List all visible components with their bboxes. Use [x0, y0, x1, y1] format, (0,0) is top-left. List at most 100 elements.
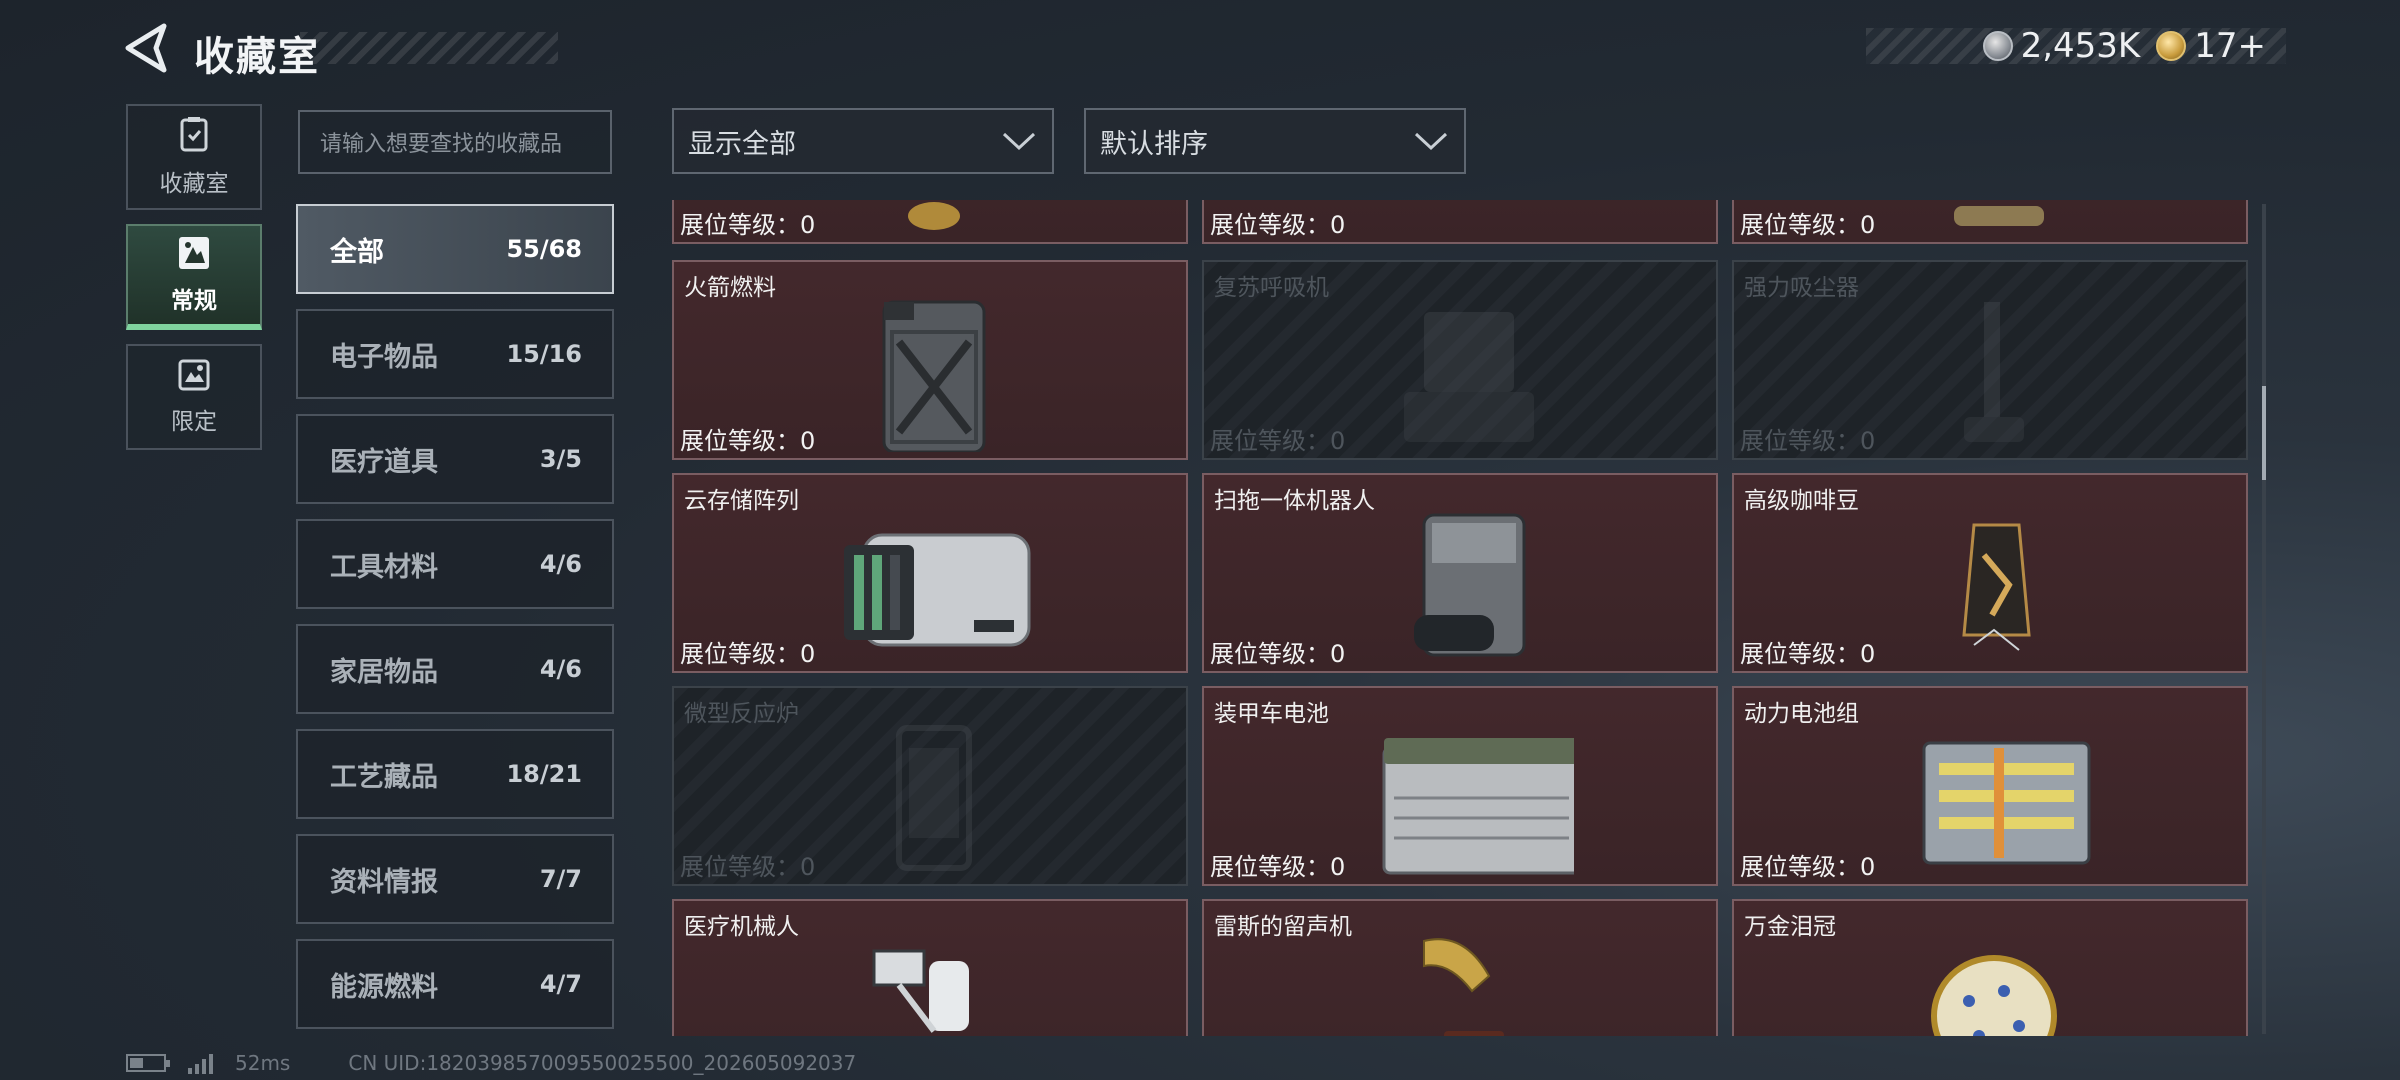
- category-medical[interactable]: 医疗道具 3/5: [296, 414, 614, 504]
- collection-card-mop-robot[interactable]: 扫拖一体机器人 展位等级：0: [1202, 473, 1718, 673]
- item-level: 展位等级：0: [1210, 853, 1346, 881]
- side-tab-label: 收藏室: [159, 171, 229, 197]
- collection-card[interactable]: 展位等级：0: [672, 200, 1188, 244]
- item-name: 医疗机械人: [684, 914, 799, 940]
- category-list: 全部 55/68 电子物品 15/16 医疗道具 3/5 工具材料 4/6 家居…: [296, 204, 614, 1044]
- category-name: 医疗道具: [330, 446, 438, 478]
- item-level: 展位等级：0: [1740, 640, 1876, 668]
- collection-card-power-battery-pack[interactable]: 动力电池组 展位等级：0: [1732, 686, 2248, 886]
- search-input[interactable]: 请输入想要查找的收藏品: [298, 110, 612, 174]
- item-level: 展位等级：0: [1210, 640, 1346, 668]
- side-tab-limited[interactable]: 限定: [126, 344, 262, 450]
- battery-icon: [126, 1054, 170, 1072]
- reactor-image: [896, 725, 972, 871]
- page-title: 收藏室: [194, 34, 320, 80]
- collection-card-ventilator[interactable]: 复苏呼吸机 展位等级：0: [1202, 260, 1718, 460]
- category-count: 4/6: [539, 550, 582, 578]
- category-name: 工具材料: [330, 551, 438, 583]
- collection-card[interactable]: 展位等级：0: [1202, 200, 1718, 244]
- collection-card-armored-battery[interactable]: 装甲车电池 展位等级：0: [1202, 686, 1718, 886]
- category-name: 资料情报: [330, 866, 438, 898]
- item-level: 展位等级：0: [1210, 211, 1346, 239]
- category-all[interactable]: 全部 55/68: [296, 204, 614, 294]
- coffee-bag-image: [1962, 523, 2031, 651]
- title-decoration: [300, 32, 558, 64]
- item-name: 动力电池组: [1744, 701, 1859, 727]
- collection-card-gramophone[interactable]: 雷斯的留声机: [1202, 899, 1718, 1036]
- item-name: 微型反应炉: [684, 701, 799, 727]
- battery-fill: [130, 1058, 143, 1068]
- side-tab-label: 限定: [171, 409, 217, 435]
- battery-pack-image: [1922, 741, 2091, 865]
- category-name: 电子物品: [330, 341, 438, 373]
- collection-card-coffee-beans[interactable]: 高级咖啡豆 展位等级：0: [1732, 473, 2248, 673]
- uid-text: CN UID:18203985700955002550​0_2026050920…: [348, 1051, 857, 1075]
- item-name: 装甲车电池: [1214, 701, 1329, 727]
- item-image: [1954, 206, 2044, 226]
- collection-card-vacuum[interactable]: 强力吸尘器 展位等级：0: [1732, 260, 2248, 460]
- category-count: 4/7: [539, 970, 582, 998]
- item-level: 展位等级：0: [1740, 211, 1876, 239]
- mop-robot-image: [1414, 513, 1526, 657]
- collection-card[interactable]: 展位等级：0: [1732, 200, 2248, 244]
- silver-coin-icon: [1982, 31, 2013, 61]
- currency-gold[interactable]: 17+: [2156, 26, 2266, 66]
- currency-gold-value: 17+: [2194, 26, 2266, 66]
- currency-bar: 2,453K 17+: [1866, 26, 2286, 66]
- back-arrow-icon[interactable]: [122, 22, 174, 74]
- cloud-storage-image: [844, 533, 1031, 647]
- side-tab-collection-room[interactable]: 收藏室: [126, 104, 262, 210]
- category-electronics[interactable]: 电子物品 15/16: [296, 309, 614, 399]
- category-crafts[interactable]: 工艺藏品 18/21: [296, 729, 614, 819]
- collection-room-icon: [180, 117, 208, 152]
- side-tab-nav: 收藏室 常规 限定: [126, 104, 262, 464]
- scrollbar-thumb[interactable]: [2262, 386, 2266, 480]
- category-count: 4/6: [539, 655, 582, 683]
- category-energy[interactable]: 能源燃料 4/7: [296, 939, 614, 1029]
- side-tab-label: 常规: [171, 288, 217, 314]
- item-image: [908, 202, 960, 230]
- item-level: 展位等级：0: [1740, 427, 1876, 455]
- collection-card-micro-reactor[interactable]: 微型反应炉 展位等级：0: [672, 686, 1188, 886]
- currency-silver: 2,453K: [1982, 26, 2140, 66]
- category-name: 能源燃料: [330, 971, 438, 1003]
- show-filter-dropdown[interactable]: 显示全部: [672, 108, 1054, 174]
- chevron-down-icon: [1002, 132, 1036, 151]
- category-count: 55/68: [506, 235, 582, 263]
- item-name: 火箭燃料: [684, 275, 776, 301]
- item-level: 展位等级：0: [680, 853, 816, 881]
- ventilator-image: [1404, 312, 1534, 442]
- collection-card-golden-crown[interactable]: 万金泪冠: [1732, 899, 2248, 1036]
- item-level: 展位等级：0: [1210, 427, 1346, 455]
- item-name: 扫拖一体机器人: [1214, 488, 1375, 514]
- item-level: 展位等级：0: [680, 211, 816, 239]
- sort-value: 默认排序: [1100, 128, 1208, 160]
- category-count: 18/21: [506, 760, 582, 788]
- grid-scrollbar[interactable]: [2262, 204, 2266, 1034]
- regular-icon: [179, 237, 209, 269]
- collection-card-medical-robot[interactable]: 医疗机械人: [672, 899, 1188, 1036]
- status-bar: 52ms CN UID:18203985700955002550​0_20260…: [126, 1046, 856, 1080]
- category-count: 15/16: [506, 340, 582, 368]
- category-name: 家居物品: [330, 656, 438, 688]
- category-tools[interactable]: 工具材料 4/6: [296, 519, 614, 609]
- chevron-down-icon: [1414, 132, 1448, 151]
- category-intel[interactable]: 资料情报 7/7: [296, 834, 614, 924]
- category-name: 全部: [330, 236, 384, 268]
- vacuum-image: [1964, 302, 2024, 442]
- category-household[interactable]: 家居物品 4/6: [296, 624, 614, 714]
- item-name: 雷斯的留声机: [1214, 914, 1352, 940]
- jeweled-egg-image: [1931, 955, 2057, 1036]
- top-bar: 收藏室 2,453K 17+: [0, 0, 2400, 100]
- limited-icon: [178, 359, 210, 391]
- fuel-canister-image: [882, 300, 986, 452]
- collection-grid: 展位等级：0 展位等级：0 展位等级：0 火箭燃料 展位等级：0 复苏呼吸机 展…: [670, 200, 2250, 1036]
- side-tab-regular[interactable]: 常规: [126, 224, 262, 330]
- collection-card-rocket-fuel[interactable]: 火箭燃料 展位等级：0: [672, 260, 1188, 460]
- gramophone-image: [1423, 938, 1504, 1036]
- sort-dropdown[interactable]: 默认排序: [1084, 108, 1466, 174]
- collection-card-cloud-storage[interactable]: 云存储阵列 展位等级：0: [672, 473, 1188, 673]
- item-name: 复苏呼吸机: [1214, 275, 1329, 301]
- item-name: 强力吸尘器: [1744, 275, 1859, 301]
- car-battery-image: [1382, 738, 1574, 875]
